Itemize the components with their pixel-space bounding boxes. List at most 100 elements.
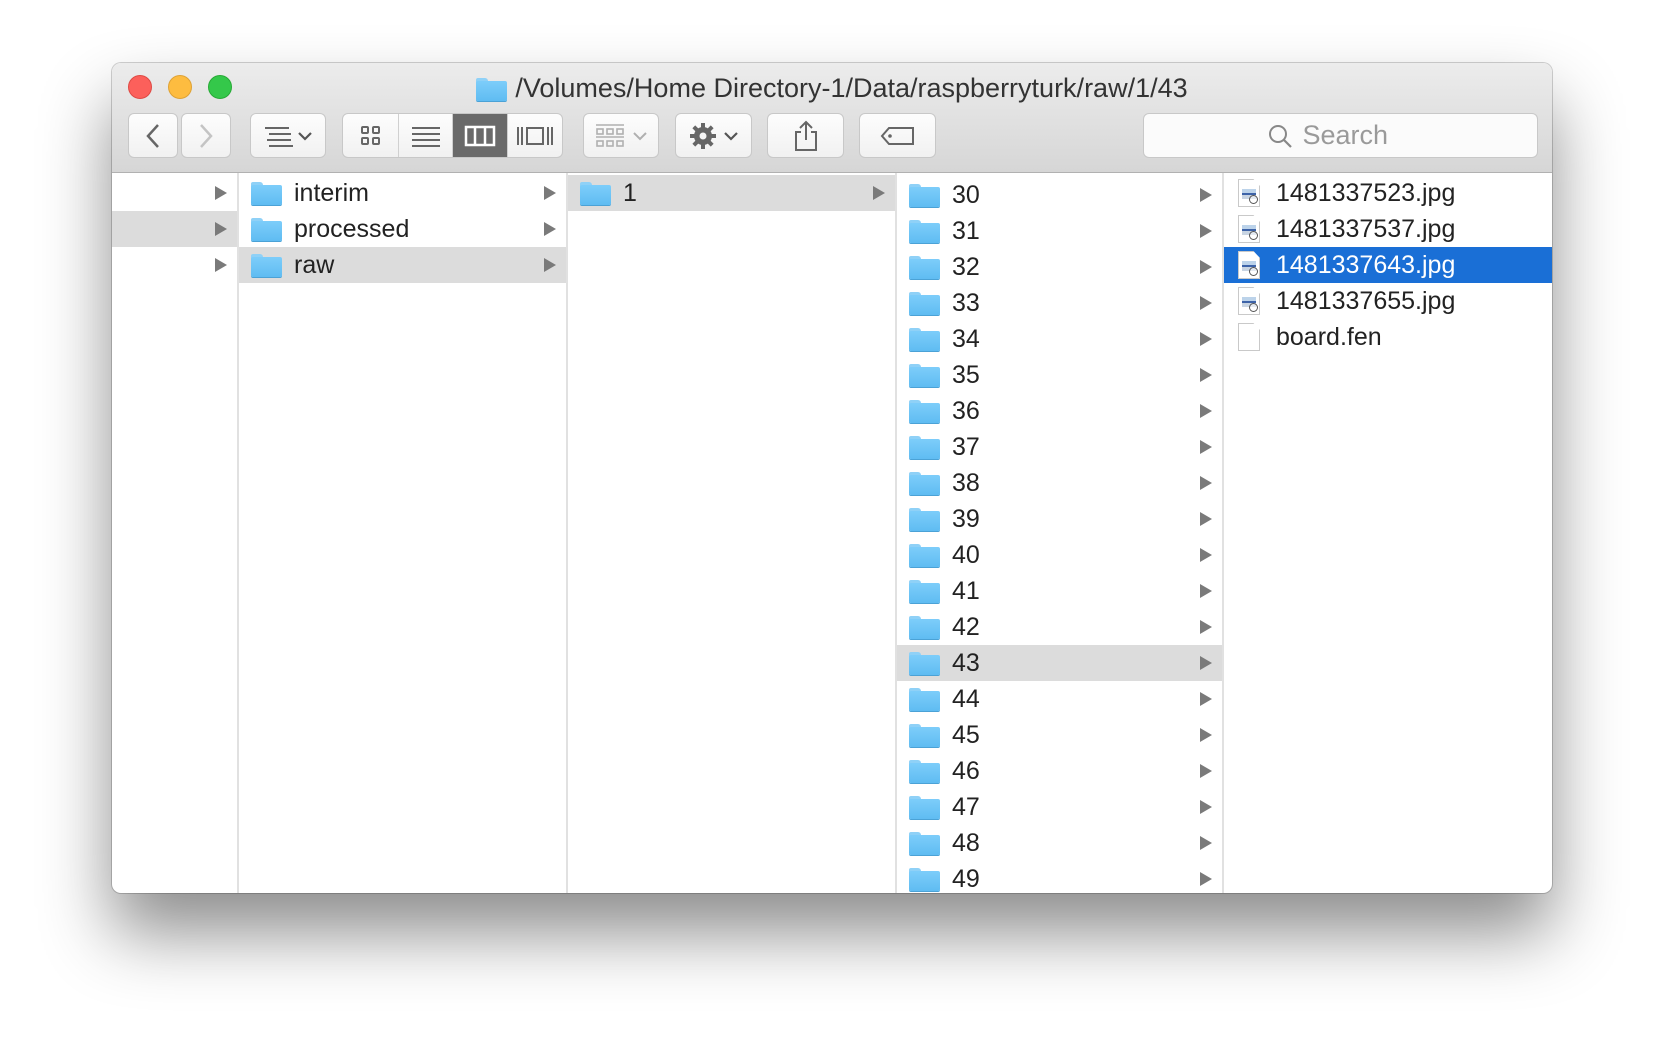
- search-field[interactable]: [1143, 113, 1538, 158]
- column-browser: interim processed raw 1 30 31 32 33 34 3…: [112, 173, 1552, 893]
- chevron-left-icon: [146, 123, 159, 148]
- list-item[interactable]: 38: [897, 465, 1222, 501]
- column-4[interactable]: 1481337523.jpg 1481337537.jpg 1481337643.j…: [1224, 173, 1552, 893]
- disclosure-arrow-icon: [1200, 260, 1212, 274]
- list-item[interactable]: 1481337643.jpg: [1224, 247, 1552, 283]
- list-item[interactable]: 37: [897, 429, 1222, 465]
- disclosure-arrow-icon: [1200, 800, 1212, 814]
- list-item[interactable]: 1: [568, 175, 895, 211]
- disclosure-arrow-icon: [1200, 872, 1212, 886]
- image-file-icon: [1238, 215, 1260, 243]
- list-item[interactable]: 46: [897, 753, 1222, 789]
- folder-icon: [909, 687, 940, 711]
- list-item[interactable]: [112, 175, 237, 211]
- list-item[interactable]: 32: [897, 249, 1222, 285]
- item-name: 32: [952, 252, 980, 281]
- list-item[interactable]: processed: [239, 211, 566, 247]
- item-name: 1481337523.jpg: [1276, 178, 1456, 207]
- disclosure-arrow-icon: [1200, 296, 1212, 310]
- folder-icon: [909, 867, 940, 891]
- list-item[interactable]: 1481337655.jpg: [1224, 283, 1552, 319]
- list-item[interactable]: 31: [897, 213, 1222, 249]
- list-item[interactable]: 34: [897, 321, 1222, 357]
- item-name: 42: [952, 612, 980, 641]
- list-item[interactable]: 1481337537.jpg: [1224, 211, 1552, 247]
- item-name: 35: [952, 360, 980, 389]
- list-item[interactable]: 47: [897, 789, 1222, 825]
- list-view-button[interactable]: [399, 114, 453, 157]
- forward-button[interactable]: [181, 113, 231, 158]
- image-file-icon: [1238, 251, 1260, 279]
- folder-icon: [580, 181, 611, 205]
- item-name: 49: [952, 864, 980, 893]
- chevron-down-icon: [723, 131, 738, 141]
- list-item[interactable]: 30: [897, 177, 1222, 213]
- list-item[interactable]: 33: [897, 285, 1222, 321]
- item-name: 48: [952, 828, 980, 857]
- disclosure-arrow-icon: [1200, 332, 1212, 346]
- list-arrange-icon: [265, 126, 293, 147]
- list-item[interactable]: raw: [239, 247, 566, 283]
- list-item[interactable]: 40: [897, 537, 1222, 573]
- view-mode-control: [342, 113, 563, 158]
- list-item[interactable]: interim: [239, 175, 566, 211]
- column-3[interactable]: 30 31 32 33 34 35 36 37 38 39 40 41 42 43 44 45 46 47 48 49: [897, 173, 1224, 893]
- item-name: 31: [952, 216, 980, 245]
- list-item[interactable]: 42: [897, 609, 1222, 645]
- list-item[interactable]: 35: [897, 357, 1222, 393]
- item-name: 33: [952, 288, 980, 317]
- list-item[interactable]: board.fen: [1224, 319, 1552, 355]
- column-2[interactable]: 1: [568, 173, 897, 893]
- disclosure-arrow-icon: [1200, 404, 1212, 418]
- list-item[interactable]: 49: [897, 861, 1222, 893]
- icon-view-button[interactable]: [343, 114, 400, 157]
- folder-icon: [909, 291, 940, 315]
- gear-icon: [689, 122, 716, 149]
- folder-icon: [909, 831, 940, 855]
- window-title: /Volumes/Home Directory-1/Data/raspberry…: [112, 71, 1552, 105]
- folder-icon: [909, 615, 940, 639]
- image-file-icon: [1238, 287, 1260, 315]
- arrange-button[interactable]: [250, 113, 326, 158]
- item-name: 41: [952, 576, 980, 605]
- item-name: 47: [952, 792, 980, 821]
- chevron-right-icon: [200, 123, 213, 148]
- folder-icon: [909, 543, 940, 567]
- chevron-down-icon: [633, 131, 647, 140]
- share-button[interactable]: [767, 113, 844, 158]
- column-1[interactable]: interim processed raw: [239, 173, 568, 893]
- image-file-icon: [1238, 179, 1260, 207]
- list-item[interactable]: [112, 247, 237, 283]
- disclosure-arrow-icon: [1200, 836, 1212, 850]
- columns-icon: [464, 125, 495, 146]
- folder-icon: [251, 253, 282, 277]
- list-item[interactable]: 44: [897, 681, 1222, 717]
- list-item[interactable]: 48: [897, 825, 1222, 861]
- list-item[interactable]: [112, 211, 237, 247]
- column-0[interactable]: [112, 173, 239, 893]
- disclosure-arrow-icon: [1200, 188, 1212, 202]
- list-item[interactable]: 36: [897, 393, 1222, 429]
- folder-icon: [909, 651, 940, 675]
- cover-flow-view-button[interactable]: [508, 114, 563, 157]
- item-name: 1481337537.jpg: [1276, 214, 1456, 243]
- disclosure-arrow-icon: [215, 222, 227, 236]
- list-item[interactable]: 41: [897, 573, 1222, 609]
- item-name: 36: [952, 396, 980, 425]
- list-icon: [411, 126, 440, 147]
- list-item[interactable]: 45: [897, 717, 1222, 753]
- search-input[interactable]: [1300, 119, 1415, 152]
- grid-icon: [360, 125, 380, 145]
- disclosure-arrow-icon: [1200, 548, 1212, 562]
- action-button[interactable]: [675, 113, 752, 158]
- list-item[interactable]: 43: [897, 645, 1222, 681]
- group-icon: [596, 123, 624, 147]
- list-item[interactable]: 1481337523.jpg: [1224, 175, 1552, 211]
- window-title-text: /Volumes/Home Directory-1/Data/raspberry…: [515, 73, 1188, 103]
- item-name: 45: [952, 720, 980, 749]
- tags-button[interactable]: [859, 113, 936, 158]
- back-button[interactable]: [128, 113, 178, 158]
- group-button[interactable]: [583, 113, 659, 158]
- list-item[interactable]: 39: [897, 501, 1222, 537]
- column-view-button[interactable]: [453, 114, 508, 157]
